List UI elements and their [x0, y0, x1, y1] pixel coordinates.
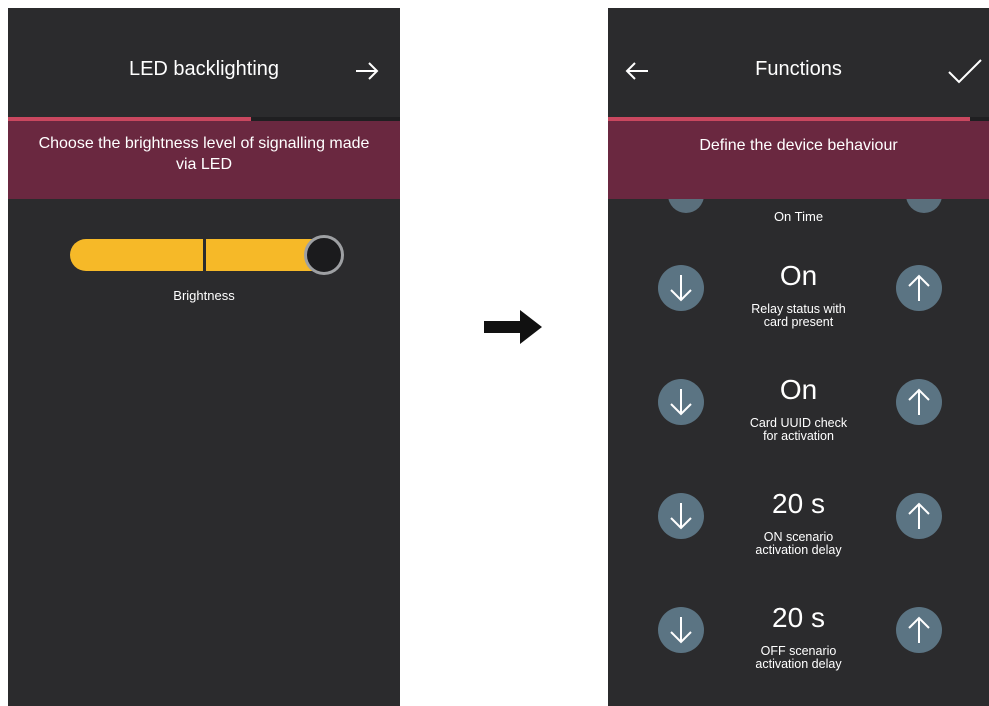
function-row: 20 s OFF scenario activation delay [608, 600, 989, 706]
brightness-slider-track[interactable] [70, 239, 332, 271]
function-label: ON scenario activation delay [755, 530, 842, 557]
arrow-right-icon [484, 310, 542, 349]
function-value: 20 s [772, 488, 825, 519]
instruction-text: Choose the brightness level of signallin… [38, 135, 370, 173]
arrow-down-icon[interactable] [658, 265, 704, 311]
instruction-text: Define the device behaviour [699, 137, 898, 154]
function-label: Relay status with card present [751, 302, 846, 329]
function-value: On [779, 260, 818, 291]
arrow-down-icon[interactable] [658, 607, 704, 653]
arrow-up-icon[interactable] [896, 265, 942, 311]
function-label: On Time [773, 209, 824, 224]
led-backlighting-screen: LED backlighting Choose the brightness l… [8, 8, 400, 706]
function-row: On Relay status with card present [608, 258, 989, 372]
function-value: 20 s [772, 602, 825, 633]
function-row: 20 s ON scenario activation delay [608, 486, 989, 600]
check-icon[interactable] [946, 56, 984, 86]
slider-step-divider [203, 236, 206, 274]
instruction-banner: Choose the brightness level of signallin… [8, 121, 400, 199]
functions-screen: Functions Define the device behaviour On… [608, 8, 989, 706]
page-title: Functions [755, 58, 842, 80]
arrow-up-icon[interactable] [896, 607, 942, 653]
arrow-down-icon[interactable] [658, 379, 704, 425]
arrow-right-icon[interactable] [352, 56, 382, 86]
arrow-up-icon[interactable] [896, 379, 942, 425]
brightness-slider-thumb[interactable] [304, 235, 344, 275]
brightness-label: Brightness [173, 288, 235, 303]
instruction-banner: Define the device behaviour [608, 121, 989, 199]
arrow-up-icon[interactable] [896, 493, 942, 539]
function-row: On Card UUID check for activation [608, 372, 989, 486]
arrow-down-icon[interactable] [658, 493, 704, 539]
function-label: Card UUID check for activation [749, 416, 848, 443]
function-value: On [779, 374, 818, 405]
page-title: LED backlighting [128, 58, 280, 80]
function-label: OFF scenario activation delay [755, 644, 842, 671]
